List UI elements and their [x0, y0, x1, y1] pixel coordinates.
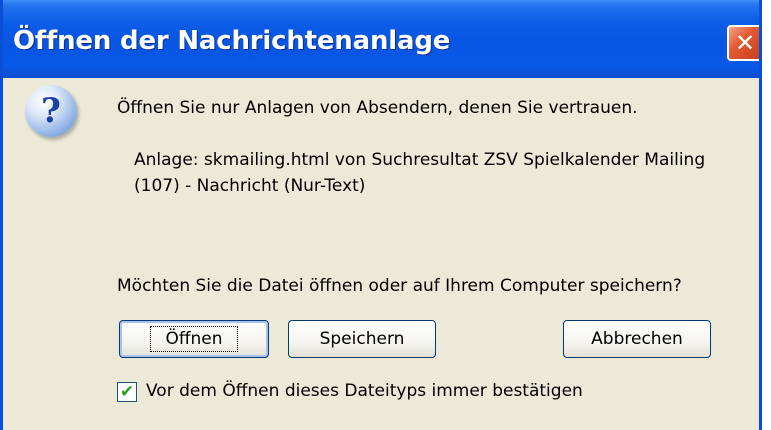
- question-mark-glyph: ?: [41, 91, 61, 131]
- always-confirm-label[interactable]: Vor dem Öffnen dieses Dateityps immer be…: [146, 381, 583, 401]
- attachment-open-dialog: Öffnen der Nachrichtenanlage ✕ ? Öffnen …: [0, 0, 762, 430]
- trust-warning-text: Öffnen Sie nur Anlagen von Absendern, de…: [117, 98, 638, 118]
- cancel-button-label: Abbrechen: [591, 329, 683, 349]
- question-mark-icon: ?: [25, 85, 77, 137]
- title-bar[interactable]: Öffnen der Nachrichtenanlage ✕: [3, 0, 759, 78]
- cancel-button[interactable]: Abbrechen: [563, 320, 711, 358]
- close-icon: ✕: [734, 29, 756, 57]
- close-button[interactable]: ✕: [727, 25, 759, 61]
- save-button[interactable]: Speichern: [288, 320, 436, 358]
- attachment-info-line1: Anlage: skmailing.html von Suchresultat …: [134, 150, 706, 170]
- open-button[interactable]: Öffnen: [119, 320, 269, 358]
- open-button-label: Öffnen: [150, 326, 238, 352]
- window-title: Öffnen der Nachrichtenanlage: [13, 26, 451, 56]
- question-text: Möchten Sie die Datei öffnen oder auf Ih…: [117, 276, 682, 296]
- checkmark-icon: ✔: [119, 381, 135, 402]
- always-confirm-checkbox[interactable]: ✔: [117, 382, 137, 402]
- attachment-info-line2: (107) - Nachricht (Nur-Text): [134, 176, 366, 196]
- save-button-label: Speichern: [319, 329, 405, 349]
